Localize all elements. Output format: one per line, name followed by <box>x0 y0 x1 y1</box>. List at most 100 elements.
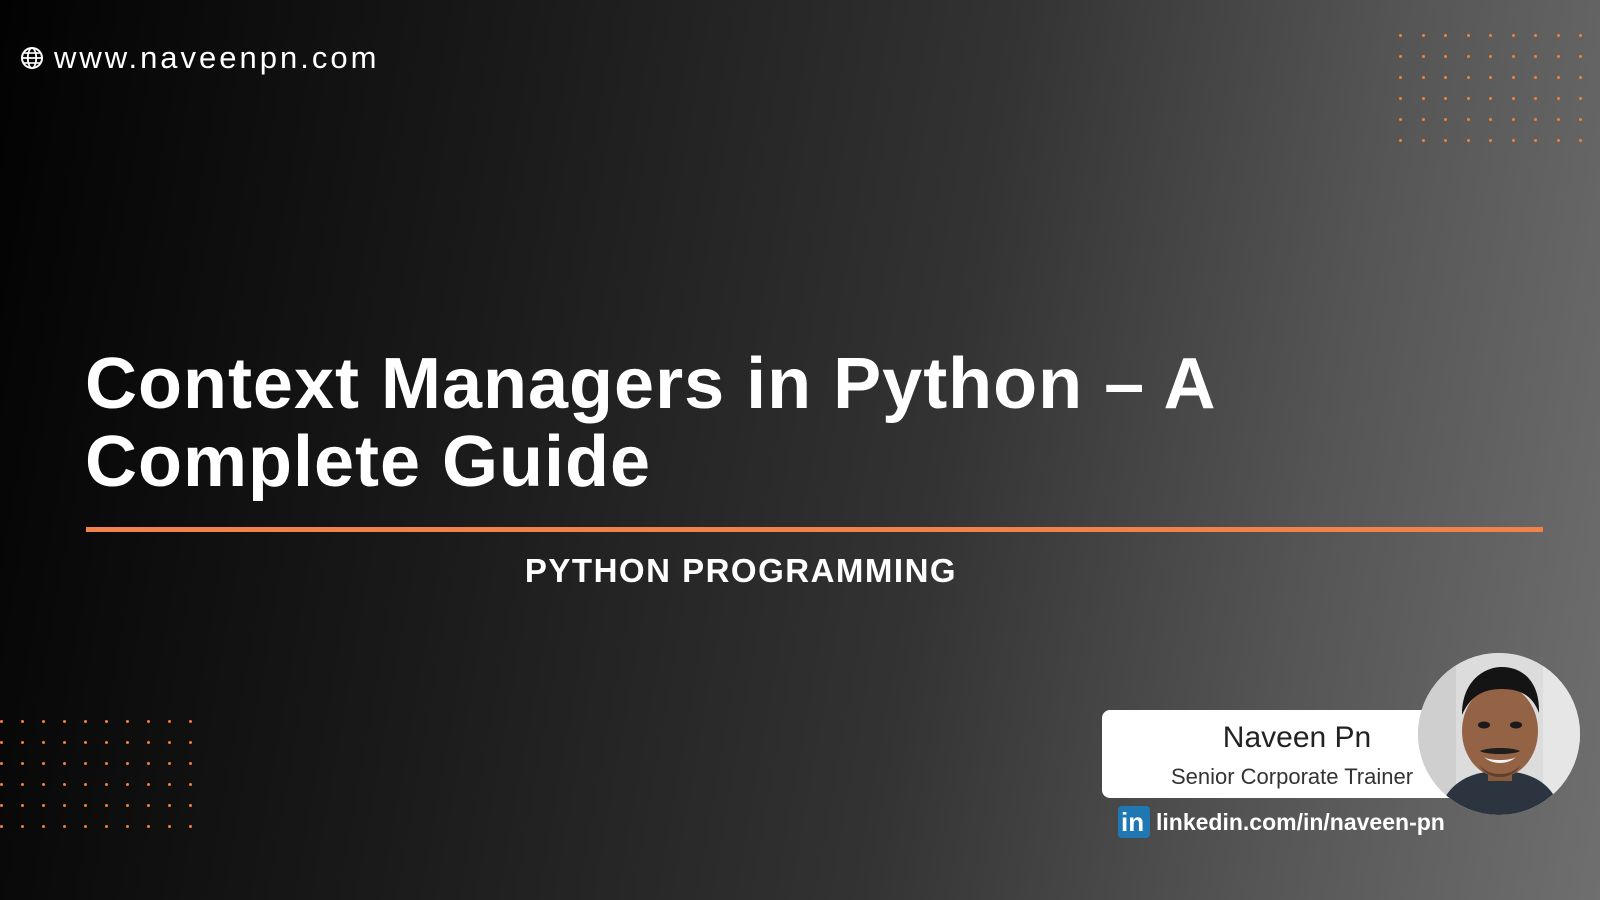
decorative-dot <box>126 804 129 807</box>
decorative-dot <box>84 783 87 786</box>
decorative-dot <box>1399 118 1402 121</box>
decorative-dot <box>1534 139 1537 142</box>
decorative-dot <box>189 720 192 723</box>
decorative-dot <box>1511 118 1515 121</box>
linkedin-link[interactable]: in linkedin.com/in/naveen-pn <box>1118 806 1445 838</box>
decorative-dot <box>1489 34 1492 37</box>
website-link[interactable]: www.naveenpn.com <box>20 42 379 73</box>
decorative-dot <box>63 783 66 786</box>
decorative-dot <box>1534 55 1537 58</box>
decorative-dot <box>105 804 108 807</box>
linkedin-url: linkedin.com/in/naveen-pn <box>1156 808 1445 835</box>
decorative-dot <box>21 720 24 723</box>
decorative-dot <box>84 741 87 744</box>
decorative-dot <box>126 825 129 828</box>
globe-icon <box>21 46 43 69</box>
decorative-dot <box>0 720 3 723</box>
decorative-dot <box>147 741 150 744</box>
decorative-dot <box>1399 97 1402 100</box>
decorative-dot <box>1466 55 1470 58</box>
decorative-dot <box>0 804 3 807</box>
decorative-dot <box>105 825 108 828</box>
decorative-dot <box>42 741 45 744</box>
decorative-dot-grid-top <box>1399 34 1582 142</box>
decorative-dot <box>63 825 66 828</box>
decorative-dot <box>0 783 3 786</box>
decorative-dot <box>1534 76 1537 79</box>
decorative-dot <box>1444 34 1447 37</box>
decorative-dot <box>1511 55 1515 58</box>
decorative-dot <box>1489 139 1492 142</box>
linkedin-icon-text: in <box>1121 807 1145 837</box>
decorative-dot <box>1556 139 1560 142</box>
decorative-dot <box>63 804 66 807</box>
decorative-dot <box>84 825 87 828</box>
decorative-dot <box>84 804 87 807</box>
decorative-dot <box>0 741 3 744</box>
decorative-dot <box>1511 97 1515 100</box>
decorative-dot <box>1466 118 1470 121</box>
decorative-dot <box>1444 55 1447 58</box>
linkedin-icon: in <box>1118 806 1150 838</box>
decorative-dot <box>1444 76 1447 79</box>
decorative-dot <box>189 783 192 786</box>
decorative-dot <box>42 720 45 723</box>
decorative-dot-grid-bottom <box>0 720 192 828</box>
decorative-dot <box>1534 97 1537 100</box>
author-photo <box>1418 653 1580 815</box>
decorative-dot <box>189 804 192 807</box>
decorative-dot <box>168 783 171 786</box>
decorative-dot <box>1421 55 1425 58</box>
decorative-dot <box>168 741 171 744</box>
decorative-dot <box>1556 34 1560 37</box>
decorative-dot <box>63 720 66 723</box>
decorative-dot <box>1489 118 1492 121</box>
decorative-dot <box>21 741 24 744</box>
decorative-dot <box>168 762 171 765</box>
decorative-dot <box>105 762 108 765</box>
decorative-dot <box>147 783 150 786</box>
decorative-dot <box>168 825 171 828</box>
decorative-dot <box>105 720 108 723</box>
decorative-dot <box>21 825 24 828</box>
decorative-dot <box>1489 55 1492 58</box>
decorative-dot <box>0 762 3 765</box>
decorative-dot <box>21 804 24 807</box>
decorative-dot <box>21 762 24 765</box>
decorative-dot <box>1444 139 1447 142</box>
decorative-dot <box>1534 118 1537 121</box>
decorative-dot <box>63 741 66 744</box>
decorative-dot <box>1579 118 1582 121</box>
decorative-dot <box>1579 55 1582 58</box>
decorative-dot <box>1579 139 1582 142</box>
title-divider <box>86 527 1543 532</box>
decorative-dot <box>1421 139 1425 142</box>
decorative-dot <box>42 804 45 807</box>
decorative-dot <box>126 741 129 744</box>
decorative-dot <box>168 720 171 723</box>
decorative-dot <box>189 741 192 744</box>
decorative-dot <box>189 762 192 765</box>
decorative-dot <box>1399 55 1402 58</box>
decorative-dot <box>105 783 108 786</box>
decorative-dot <box>1579 34 1582 37</box>
decorative-dot <box>1579 76 1582 79</box>
decorative-dot <box>1466 139 1470 142</box>
decorative-dot <box>1444 97 1447 100</box>
decorative-dot <box>1511 139 1515 142</box>
decorative-dot <box>1399 34 1402 37</box>
decorative-dot <box>1511 76 1515 79</box>
decorative-dot <box>1466 97 1470 100</box>
decorative-dot <box>1444 118 1447 121</box>
decorative-dot <box>0 825 3 828</box>
decorative-dot <box>168 804 171 807</box>
decorative-dot <box>1421 34 1425 37</box>
decorative-dot <box>42 783 45 786</box>
decorative-dot <box>1399 76 1402 79</box>
decorative-dot <box>1421 118 1425 121</box>
decorative-dot <box>1421 76 1425 79</box>
decorative-dot <box>1421 97 1425 100</box>
decorative-dot <box>147 720 150 723</box>
decorative-dot <box>105 741 108 744</box>
decorative-dot <box>84 720 87 723</box>
